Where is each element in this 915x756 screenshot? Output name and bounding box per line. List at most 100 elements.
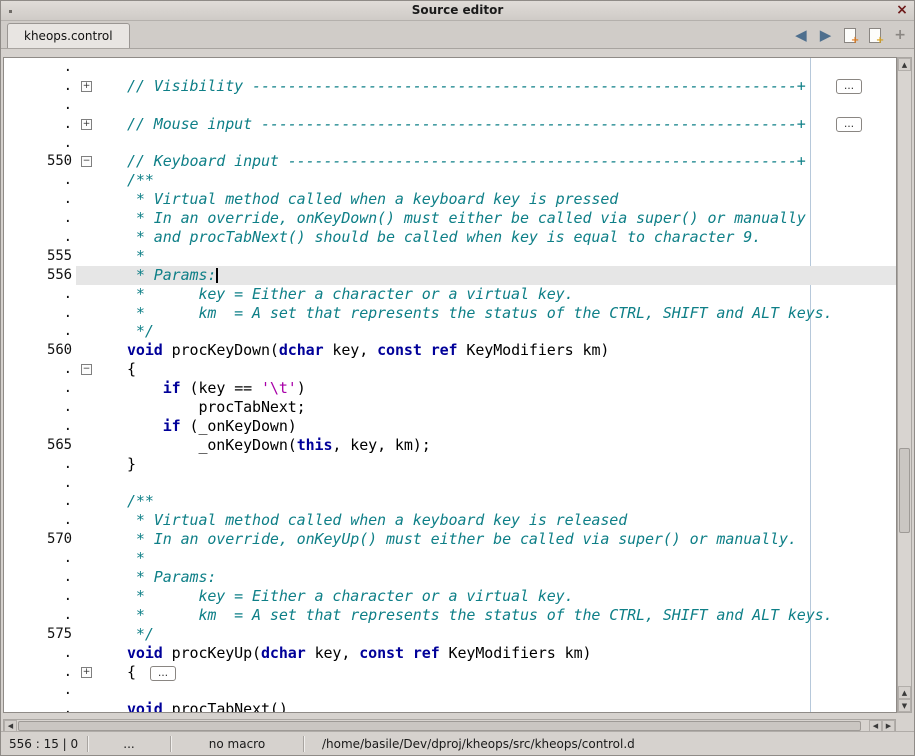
code-line[interactable]: .void procKeyUp(dchar key, const ref Key… bbox=[4, 644, 896, 663]
code-line[interactable]: . if (key == '\t') bbox=[4, 379, 896, 398]
code-line-body: void procTabNext() bbox=[76, 700, 896, 713]
line-number[interactable]: . bbox=[4, 568, 76, 587]
line-number[interactable]: . bbox=[4, 77, 76, 96]
back-arrow-icon[interactable]: ◀ bbox=[795, 28, 807, 43]
line-number[interactable]: . bbox=[4, 417, 76, 436]
code-line[interactable]: ./** bbox=[4, 492, 896, 511]
line-number[interactable]: . bbox=[4, 474, 76, 493]
line-number[interactable]: . bbox=[4, 587, 76, 606]
code-line[interactable]: . * km = A set that represents the statu… bbox=[4, 606, 896, 625]
line-number[interactable]: . bbox=[4, 115, 76, 134]
code-line[interactable]: . * km = A set that represents the statu… bbox=[4, 304, 896, 323]
line-number[interactable]: . bbox=[4, 549, 76, 568]
code-line[interactable]: 570 * In an override, onKeyUp() must eit… bbox=[4, 530, 896, 549]
line-number[interactable]: 550 bbox=[4, 152, 76, 171]
line-number[interactable]: . bbox=[4, 360, 76, 379]
code-line[interactable]: . * and procTabNext() should be called w… bbox=[4, 228, 896, 247]
fold-expand-icon[interactable]: + bbox=[81, 81, 92, 92]
code-line[interactable]: . * bbox=[4, 549, 896, 568]
code-line[interactable]: . * Params: bbox=[4, 568, 896, 587]
line-number[interactable]: 555 bbox=[4, 247, 76, 266]
fold-collapse-icon[interactable]: − bbox=[81, 156, 92, 167]
title-bar[interactable]: Source editor × bbox=[1, 1, 914, 21]
line-number[interactable]: . bbox=[4, 171, 76, 190]
vertical-scrollbar-thumb[interactable] bbox=[899, 448, 910, 533]
code-line[interactable]: . * In an override, onKeyDown() must eit… bbox=[4, 209, 896, 228]
code-text: if (key == '\t') bbox=[99, 379, 306, 398]
code-line[interactable]: . bbox=[4, 58, 896, 77]
code-line[interactable]: 575 */ bbox=[4, 625, 896, 644]
line-number[interactable]: . bbox=[4, 285, 76, 304]
line-number[interactable]: . bbox=[4, 398, 76, 417]
line-number[interactable]: . bbox=[4, 304, 76, 323]
line-number[interactable]: 570 bbox=[4, 530, 76, 549]
code-editor[interactable]: ..+// Visibility -----------------------… bbox=[3, 57, 897, 713]
line-number[interactable]: . bbox=[4, 663, 76, 682]
code-line[interactable]: .+{... bbox=[4, 663, 896, 682]
add-document-icon[interactable]: + bbox=[869, 28, 881, 43]
code-line[interactable]: . * Virtual method called when a keyboar… bbox=[4, 511, 896, 530]
line-number[interactable]: 575 bbox=[4, 625, 76, 644]
fold-column: + bbox=[76, 663, 99, 682]
line-number[interactable]: . bbox=[4, 190, 76, 209]
fold-column bbox=[76, 209, 99, 228]
code-line[interactable]: . + // Mouse input -----------------------… bbox=[4, 115, 896, 134]
code-line[interactable]: 556 * Params: bbox=[4, 266, 896, 285]
line-number[interactable]: . bbox=[4, 228, 76, 247]
line-number[interactable]: . bbox=[4, 455, 76, 474]
forward-arrow-icon[interactable]: ▶ bbox=[820, 28, 832, 43]
code-line[interactable]: . * key = Either a character or a virtua… bbox=[4, 587, 896, 606]
code-line[interactable]: . bbox=[4, 134, 896, 153]
detach-icon[interactable]: + bbox=[894, 28, 906, 42]
scroll-up-icon[interactable]: ▲ bbox=[898, 686, 911, 699]
code-line[interactable]: . bbox=[4, 96, 896, 115]
code-line[interactable]: . if (_onKeyDown) bbox=[4, 417, 896, 436]
folded-region-ellipsis[interactable]: ... bbox=[836, 117, 862, 132]
code-line[interactable]: .+// Visibility ------------------------… bbox=[4, 77, 896, 96]
code-line[interactable]: 560void procKeyDown(dchar key, const ref… bbox=[4, 341, 896, 360]
fold-collapse-icon[interactable]: − bbox=[81, 364, 92, 375]
line-number[interactable]: 565 bbox=[4, 436, 76, 455]
line-number[interactable]: 560 bbox=[4, 341, 76, 360]
code-line[interactable]: .} bbox=[4, 455, 896, 474]
line-number[interactable]: . bbox=[4, 58, 76, 77]
scroll-down-icon[interactable]: ▼ bbox=[898, 699, 911, 712]
code-line[interactable]: 565 _onKeyDown(this, key, km); bbox=[4, 436, 896, 455]
code-line[interactable]: . bbox=[4, 474, 896, 493]
code-line[interactable]: . * Virtual method called when a keyboar… bbox=[4, 190, 896, 209]
line-number[interactable]: . bbox=[4, 492, 76, 511]
code-line[interactable]: . */ bbox=[4, 322, 896, 341]
code-line[interactable]: 555 * bbox=[4, 247, 896, 266]
tab-kheops-control[interactable]: kheops.control bbox=[7, 23, 130, 48]
fold-expand-icon[interactable]: + bbox=[81, 119, 92, 130]
line-number[interactable]: . bbox=[4, 96, 76, 115]
code-line-body: * In an override, onKeyDown() must eithe… bbox=[76, 209, 896, 228]
code-text: // Mouse input -------------------------… bbox=[99, 115, 806, 134]
line-number[interactable]: . bbox=[4, 209, 76, 228]
code-line[interactable]: . procTabNext; bbox=[4, 398, 896, 417]
close-icon[interactable]: × bbox=[895, 1, 909, 20]
line-number[interactable]: . bbox=[4, 681, 76, 700]
line-number[interactable]: . bbox=[4, 700, 76, 713]
line-number[interactable]: . bbox=[4, 644, 76, 663]
fold-expand-icon[interactable]: + bbox=[81, 667, 92, 678]
line-number[interactable]: . bbox=[4, 379, 76, 398]
vertical-scrollbar[interactable]: ▲ ▲ ▼ bbox=[897, 57, 912, 713]
code-line[interactable]: ./** bbox=[4, 171, 896, 190]
line-number[interactable]: . bbox=[4, 134, 76, 153]
horizontal-scrollbar-thumb[interactable] bbox=[18, 721, 861, 731]
code-text: _onKeyDown(this, key, km); bbox=[99, 436, 431, 455]
folded-region-ellipsis[interactable]: ... bbox=[836, 79, 862, 94]
line-number[interactable]: 556 bbox=[4, 266, 76, 285]
new-document-icon[interactable]: + bbox=[844, 28, 856, 43]
code-line[interactable]: .−{ bbox=[4, 360, 896, 379]
code-line[interactable]: . bbox=[4, 681, 896, 700]
line-number[interactable]: . bbox=[4, 322, 76, 341]
line-number[interactable]: . bbox=[4, 606, 76, 625]
code-line[interactable]: .void procTabNext() bbox=[4, 700, 896, 713]
code-line[interactable]: 550−// Keyboard input ------------------… bbox=[4, 152, 896, 171]
folded-region-ellipsis[interactable]: ... bbox=[150, 666, 176, 681]
code-line[interactable]: . * key = Either a character or a virtua… bbox=[4, 285, 896, 304]
scroll-up-icon[interactable]: ▲ bbox=[898, 58, 911, 71]
line-number[interactable]: . bbox=[4, 511, 76, 530]
